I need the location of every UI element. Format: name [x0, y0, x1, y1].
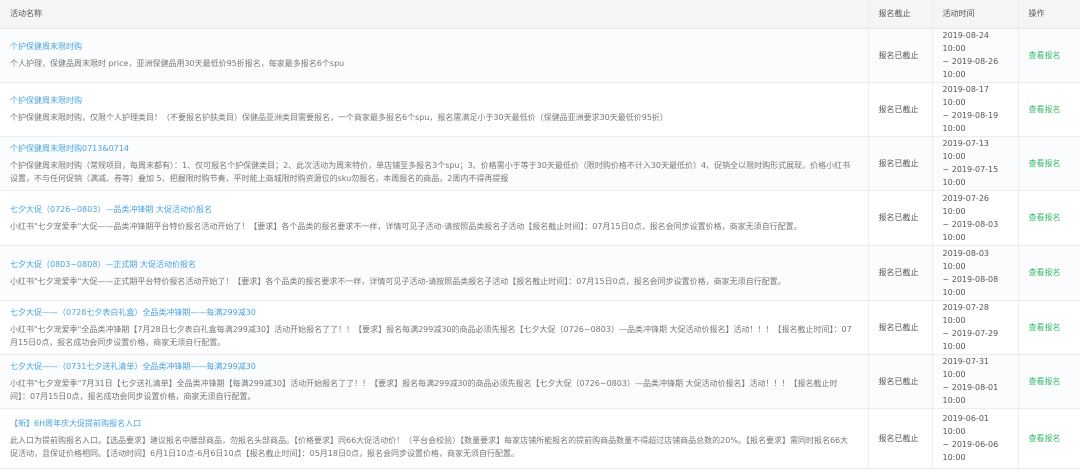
header-name: 活动名称 [0, 0, 869, 29]
deadline-cell: 报名已截止 [868, 354, 933, 409]
activity-description: 个护保健周末限时购（常规项目，每周末都有）：1、仅可报名个护保健类目；2、此次活… [10, 160, 851, 183]
status-text: 报名已截止 [878, 213, 919, 222]
action-cell: 查看报名 [1018, 136, 1080, 191]
deadline-cell: 报名已截止 [868, 408, 933, 469]
status-text: 报名已截止 [878, 322, 919, 332]
activity-title-link[interactable]: 个护保健周末限时购 [10, 94, 854, 107]
activity-description: 小红书"七夕宠爱季"大促——品类冲锋期平台特价报名活动开始了！【要求】各个品类的… [10, 221, 802, 231]
header-action: 操作 [1018, 0, 1080, 29]
table-row: 七夕大促（0726~0803）—品类冲锋期 大促活动价报名 小红书"七夕宠爱季"大… [0, 190, 1080, 246]
time-cell: 2019-06-01 10:00 ~ 2019-06-06 10:00 [932, 408, 1019, 469]
deadline-cell: 报名已截止 [868, 82, 933, 137]
activity-name-cell: 个护保健周末限时购个护保健周末限时购，仅限个人护理类目！（不要报名护肤类目）保健… [0, 82, 869, 137]
activity-name-cell: 个护保健周末限时购个人护理，保健品周末限时 price，亚洲保健品用30天最低价… [0, 28, 869, 83]
activity-description: 个人护理，保健品周末限时 price，亚洲保健品用30天最低价95折报名，每家最… [10, 59, 345, 68]
time-cell: 2019-07-31 10:00 ~ 2019-08-01 10:00 [932, 354, 1019, 409]
action-cell: 查看报名 [1018, 82, 1080, 137]
table-row: 七夕大促——（0731七夕送礼清单）全品类冲锋期——每满299减30 小红书"七夕… [0, 354, 1080, 409]
activity-description: 此入口为提前购报名入口。【选品要求】建议报名中腰部商品，勿报名头部商品。【价格要… [10, 435, 849, 458]
activity-title-link[interactable]: 【新】6H周年庆大促提前购报名入口 [10, 417, 854, 430]
activity-title-link[interactable]: 个护保健周末限时购0713&0714 [10, 142, 854, 155]
activity-name-cell: 【新】6H周年庆大促提前购报名入口此入口为提前购报名入口。【选品要求】建议报名中… [0, 408, 869, 469]
deadline-cell: 报名已截止 [868, 190, 933, 246]
activity-name-cell: 七夕大促（0803~0808）—正式期 大促活动价报名 小红书"七夕宠爱季"大促—… [0, 245, 869, 301]
action-cell: 查看报名 [1018, 354, 1080, 409]
activity-title-link[interactable]: 七夕大促——（0731七夕送礼清单）全品类冲锋期——每满299减30 [10, 360, 854, 373]
deadline-cell: 报名已截止 [868, 300, 933, 355]
activity-description: 小红书"七夕宠爱季"大促——正式期平台特价报名活动开始了！【要求】各个品类的报名… [10, 276, 786, 286]
status-text: 报名已截止 [878, 158, 919, 168]
view-signup-link[interactable]: 查看报名 [1029, 323, 1061, 332]
activity-title-link[interactable]: 七夕大促（0803~0808）—正式期 大促活动价报名 [10, 258, 854, 271]
activity-title-link[interactable]: 七夕大促（0726~0803）—品类冲锋期 大促活动价报名 [10, 203, 854, 216]
deadline-cell: 报名已截止 [868, 28, 933, 83]
status-text: 报名已截止 [878, 433, 919, 443]
table-header: 活动名称 报名截止 活动时间 操作 [0, 0, 1080, 29]
time-cell: 2019-08-03 10:00 ~ 2019-08-08 10:00 [932, 245, 1019, 301]
table-row: 七夕大促——（0728七夕表白礼盒）全品类冲锋期——每满299减30 小红书"七夕… [0, 300, 1080, 355]
activity-time: 2019-08-24 10:00 ~ 2019-08-26 10:00 [942, 31, 999, 79]
activity-title-link[interactable]: 七夕大促——（0728七夕表白礼盒）全品类冲锋期——每满299减30 [10, 306, 854, 319]
time-cell: 2019-07-28 10:00 ~ 2019-07-29 10:00 [932, 300, 1019, 355]
activity-name-cell: 七夕大促（0726~0803）—品类冲锋期 大促活动价报名 小红书"七夕宠爱季"大… [0, 190, 869, 246]
action-cell: 查看报名 [1018, 300, 1080, 355]
view-signup-link[interactable]: 查看报名 [1029, 51, 1061, 60]
table-row: 个护保健周末限时购个护保健周末限时购，仅限个人护理类目！（不要报名护肤类目）保健… [0, 82, 1080, 137]
activity-time: 2019-08-17 10:00 ~ 2019-08-19 10:00 [942, 85, 999, 133]
action-cell: 查看报名 [1018, 245, 1080, 301]
activity-time: 2019-06-01 10:00 ~ 2019-06-06 10:00 [942, 414, 999, 462]
view-signup-link[interactable]: 查看报名 [1029, 105, 1061, 114]
action-cell: 查看报名 [1018, 28, 1080, 83]
activity-name-cell: 七夕大促——（0731七夕送礼清单）全品类冲锋期——每满299减30 小红书"七夕… [0, 354, 869, 409]
status-text: 报名已截止 [878, 104, 919, 114]
activity-time: 2019-07-13 10:00 ~ 2019-07-15 10:00 [942, 139, 999, 187]
deadline-cell: 报名已截止 [868, 136, 933, 191]
activity-description: 小红书"七夕宠爱季"7月31日【七夕送礼清单】全品类冲锋期【每满299减30】活… [10, 378, 838, 401]
view-signup-link[interactable]: 查看报名 [1029, 268, 1061, 277]
table-row: 七夕大促（0803~0808）—正式期 大促活动价报名 小红书"七夕宠爱季"大促—… [0, 245, 1080, 301]
activity-table: 活动名称 报名截止 活动时间 操作 个护保健周末限时购个人护理，保健品周末限时 … [0, 0, 1080, 469]
table-row: 【新】6H周年庆大促提前购报名入口此入口为提前购报名入口。【选品要求】建议报名中… [0, 408, 1080, 469]
table-row: 个护保健周末限时购0713&0714 个护保健周末限时购（常规项目，每周末都有）：… [0, 136, 1080, 191]
view-signup-link[interactable]: 查看报名 [1029, 159, 1061, 168]
view-signup-link[interactable]: 查看报名 [1029, 434, 1061, 443]
activity-time: 2019-07-28 10:00 ~ 2019-07-29 10:00 [942, 303, 999, 351]
header-deadline: 报名截止 [868, 0, 933, 29]
activity-time: 2019-07-26 10:00 ~ 2019-08-03 10:00 [942, 193, 999, 242]
status-text: 报名已截止 [878, 268, 919, 277]
activity-name-cell: 个护保健周末限时购0713&0714 个护保健周末限时购（常规项目，每周末都有）：… [0, 136, 869, 191]
time-cell: 2019-08-17 10:00 ~ 2019-08-19 10:00 [932, 82, 1019, 137]
action-cell: 查看报名 [1018, 408, 1080, 469]
time-cell: 2019-07-26 10:00 ~ 2019-08-03 10:00 [932, 190, 1019, 246]
time-cell: 2019-08-24 10:00 ~ 2019-08-26 10:00 [932, 28, 1019, 83]
activity-title-link[interactable]: 个护保健周末限时购 [10, 40, 854, 53]
activity-time: 2019-07-31 10:00 ~ 2019-08-01 10:00 [942, 357, 999, 405]
activity-description: 小红书"七夕宠爱季"全品类冲锋期【7月28日七夕表白礼盒每满299减30】活动开… [10, 324, 852, 347]
time-cell: 2019-07-13 10:00 ~ 2019-07-15 10:00 [932, 136, 1019, 191]
activity-name-cell: 七夕大促——（0728七夕表白礼盒）全品类冲锋期——每满299减30 小红书"七夕… [0, 300, 869, 355]
view-signup-link[interactable]: 查看报名 [1029, 377, 1061, 386]
status-text: 报名已截止 [878, 376, 919, 386]
status-text: 报名已截止 [878, 50, 919, 60]
action-cell: 查看报名 [1018, 190, 1080, 246]
table-row: 个护保健周末限时购个人护理，保健品周末限时 price，亚洲保健品用30天最低价… [0, 28, 1080, 83]
activity-description: 个护保健周末限时购，仅限个人护理类目！（不要报名护肤类目）保健品亚洲类目需要报名… [10, 113, 668, 122]
activity-time: 2019-08-03 10:00 ~ 2019-08-08 10:00 [942, 248, 999, 297]
view-signup-link[interactable]: 查看报名 [1029, 213, 1061, 222]
deadline-cell: 报名已截止 [868, 245, 933, 301]
header-time: 活动时间 [932, 0, 1019, 29]
